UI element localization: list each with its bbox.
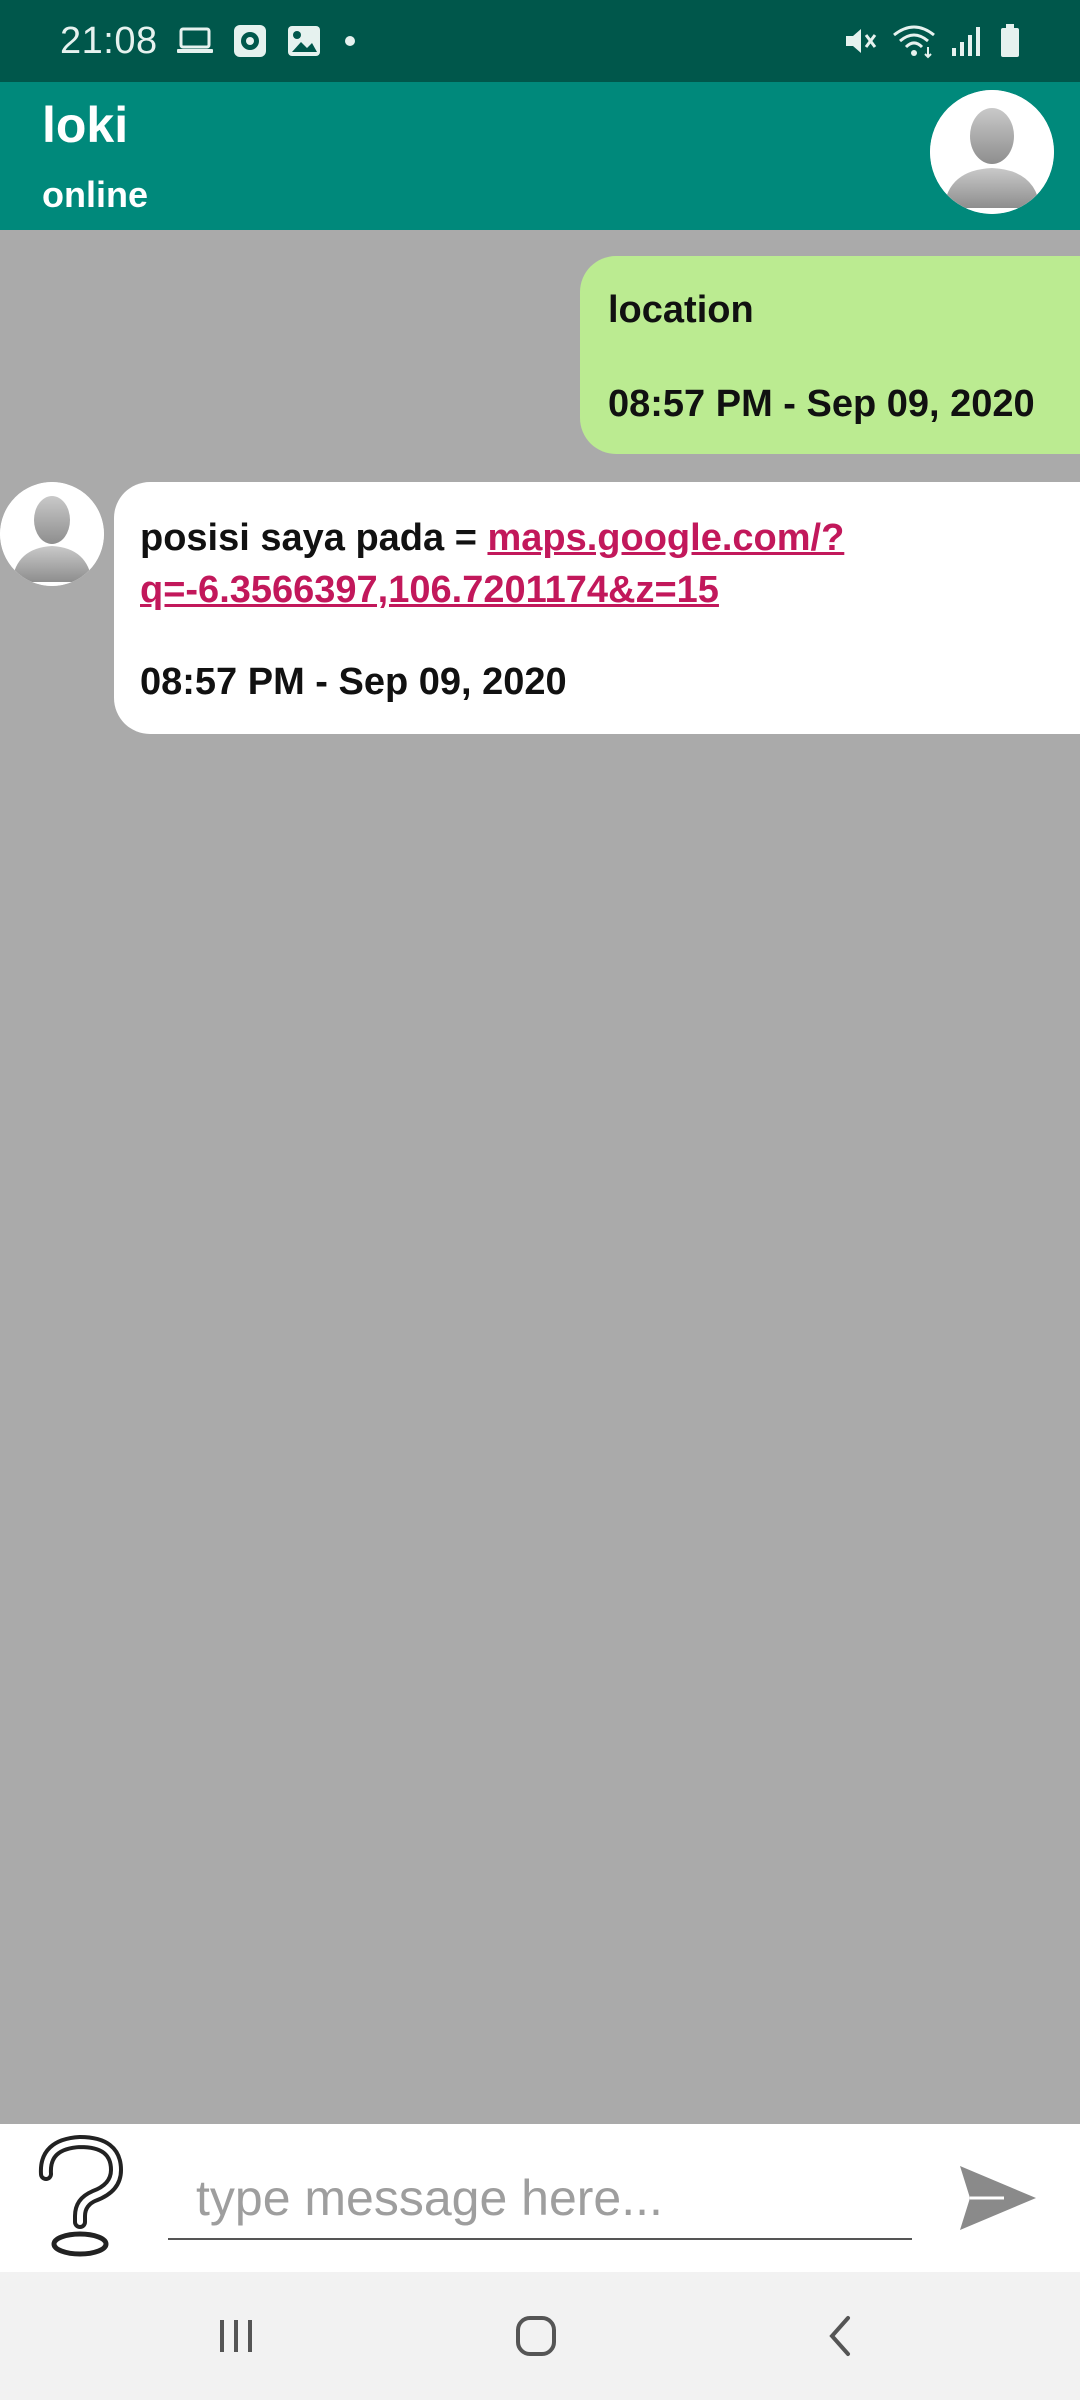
mute-icon xyxy=(842,23,878,59)
status-time: 21:08 xyxy=(60,19,158,62)
incoming-message-bubble[interactable]: posisi saya pada = maps.google.com/? q=-6… xyxy=(114,482,1080,734)
question-mark-icon[interactable] xyxy=(24,2134,136,2260)
status-right xyxy=(842,23,1022,59)
wifi-icon xyxy=(892,23,936,59)
status-left: 21:08 xyxy=(60,20,360,63)
message-timestamp: 08:57 PM - Sep 09, 2020 xyxy=(608,383,1035,425)
maps-link-line2: q=-6.3566397,106.7201174&z=15 xyxy=(140,569,719,611)
message-text: posisi saya pada = maps.google.com/? q=-6… xyxy=(140,512,1056,616)
back-icon[interactable] xyxy=(800,2300,880,2372)
battery-icon xyxy=(998,23,1022,59)
signal-icon xyxy=(950,24,984,58)
laptop-icon xyxy=(176,26,214,56)
sender-avatar-icon xyxy=(0,482,104,586)
message-text-prefix: posisi saya pada = xyxy=(140,517,488,559)
system-nav-bar xyxy=(0,2272,1080,2400)
record-icon xyxy=(232,23,268,59)
message-input[interactable] xyxy=(168,2158,912,2240)
recent-apps-icon[interactable] xyxy=(196,2300,276,2372)
maps-link-line1: maps.google.com/? xyxy=(487,517,845,559)
contact-status: online xyxy=(42,174,148,215)
dot-icon xyxy=(340,31,360,51)
message-text: location xyxy=(608,289,754,331)
message-timestamp: 08:57 PM - Sep 09, 2020 xyxy=(140,661,567,703)
send-icon[interactable] xyxy=(956,2158,1040,2238)
chat-header: loki online xyxy=(0,82,1080,230)
avatar-icon[interactable] xyxy=(930,90,1054,214)
message-composer xyxy=(0,2124,1080,2272)
image-icon xyxy=(286,24,322,58)
outgoing-message-bubble[interactable]: location 08:57 PM - Sep 09, 2020 xyxy=(580,256,1080,454)
home-icon[interactable] xyxy=(496,2300,576,2372)
status-bar: 21:08 xyxy=(0,0,1080,82)
contact-name: loki xyxy=(42,97,129,153)
